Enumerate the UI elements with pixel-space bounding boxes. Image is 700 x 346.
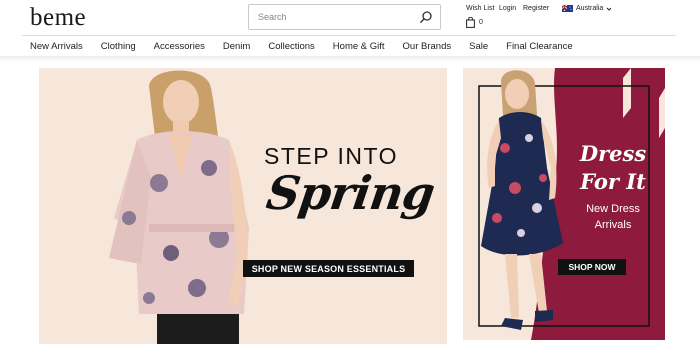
main-nav: New Arrivals Clothing Accessories Denim … bbox=[30, 41, 591, 52]
search-input[interactable] bbox=[249, 5, 414, 29]
country-label: Australia bbox=[576, 5, 604, 12]
side-script-line1: Dress bbox=[579, 141, 647, 166]
nav-shadow bbox=[0, 56, 700, 62]
nav-item-sale[interactable]: Sale bbox=[469, 41, 488, 52]
nav-item-our-brands[interactable]: Our Brands bbox=[403, 41, 452, 52]
hero-script-title: Spring bbox=[263, 166, 438, 220]
bag-icon bbox=[466, 17, 475, 28]
shop-now-button[interactable]: SHOP NOW bbox=[558, 259, 626, 275]
side-subtitle: New Dress Arrivals bbox=[567, 201, 659, 233]
search-box bbox=[248, 4, 441, 30]
shop-new-season-button[interactable]: SHOP NEW SEASON ESSENTIALS bbox=[243, 260, 414, 277]
login-link[interactable]: Login bbox=[499, 5, 516, 12]
wish-list-link[interactable]: Wish List bbox=[466, 5, 494, 12]
nav-item-new-arrivals[interactable]: New Arrivals bbox=[30, 41, 83, 52]
side-subtitle-line1: New Dress bbox=[586, 203, 640, 215]
chevron-down-icon bbox=[606, 7, 612, 11]
model-dress-photo bbox=[481, 70, 563, 330]
nav-item-clothing[interactable]: Clothing bbox=[101, 41, 136, 52]
australia-flag-icon bbox=[562, 5, 573, 12]
side-banner[interactable]: Dress For It New Dress Arrivals SHOP NOW bbox=[463, 68, 665, 340]
side-script-line2: For It bbox=[580, 169, 646, 194]
register-link[interactable]: Register bbox=[523, 5, 549, 12]
nav-item-denim[interactable]: Denim bbox=[223, 41, 250, 52]
nav-item-collections[interactable]: Collections bbox=[268, 41, 314, 52]
header-divider bbox=[22, 35, 676, 36]
model-photo bbox=[109, 70, 249, 344]
side-script-title: Dress For It bbox=[573, 140, 653, 196]
nav-item-final-clearance[interactable]: Final Clearance bbox=[506, 41, 573, 52]
nav-item-accessories[interactable]: Accessories bbox=[154, 41, 205, 52]
bag-count: 0 bbox=[479, 19, 483, 26]
country-selector[interactable]: Australia bbox=[562, 5, 612, 12]
side-subtitle-line2: Arrivals bbox=[594, 219, 632, 231]
shopping-bag[interactable]: 0 bbox=[466, 17, 483, 28]
nav-item-home-gift[interactable]: Home & Gift bbox=[333, 41, 385, 52]
hero-banner[interactable]: STEP INTO Spring SHOP NEW SEASON ESSENTI… bbox=[39, 68, 447, 344]
site-logo[interactable]: beme bbox=[30, 4, 86, 32]
search-icon[interactable] bbox=[419, 10, 433, 24]
